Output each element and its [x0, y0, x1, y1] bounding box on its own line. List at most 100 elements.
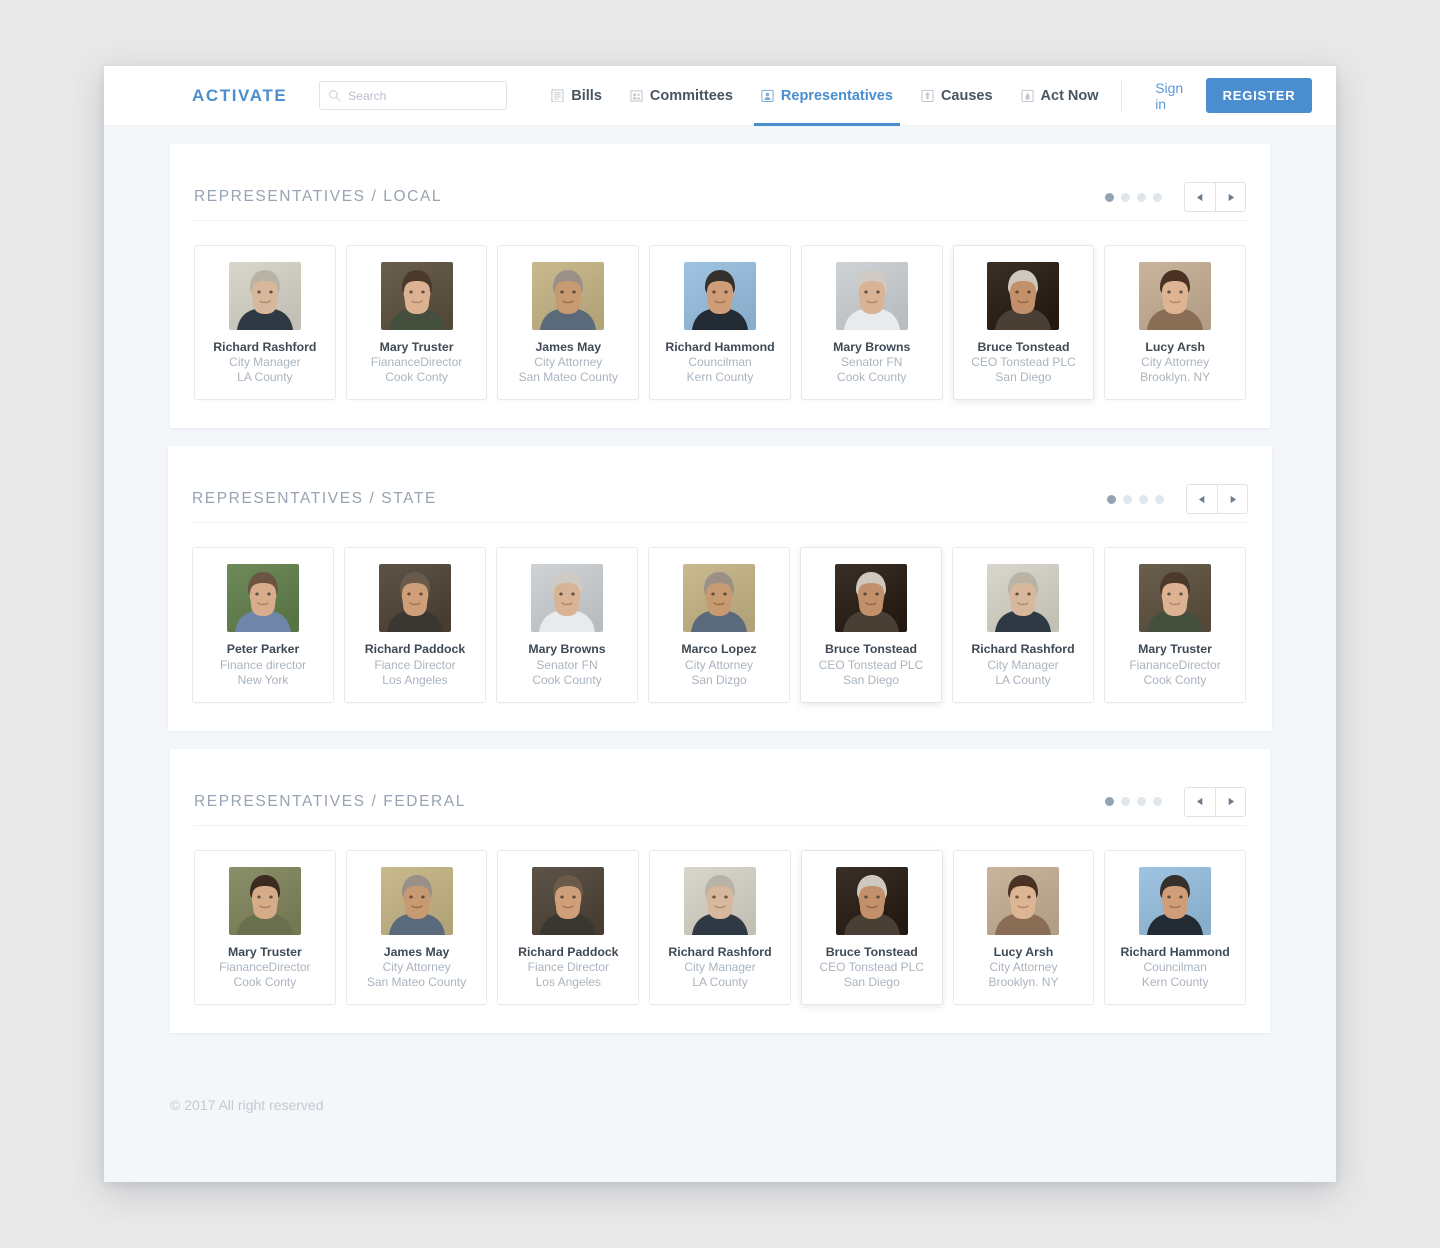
representative-card[interactable]: Richard Rashford City Manager LA County: [952, 547, 1094, 703]
carousel-prev-button[interactable]: [1185, 787, 1215, 816]
representative-card[interactable]: Richard Rashford City Manager LA County: [194, 245, 336, 401]
representative-name: Richard Paddock: [364, 642, 466, 657]
nav-right: Sign in REGISTER: [1113, 78, 1313, 113]
nav-item-label: Representatives: [780, 87, 893, 104]
representative-role: Finance director: [219, 657, 307, 672]
representative-card[interactable]: James May City Attorney San Mateo County: [345, 849, 488, 1006]
search-input[interactable]: [348, 88, 499, 103]
carousel-dots[interactable]: [1105, 192, 1162, 202]
representative-location: LA County: [692, 975, 748, 990]
representative-card[interactable]: Bruce Tonstead CEO Tonstead PLC San Diego: [800, 849, 943, 1006]
carousel-next-button[interactable]: [1215, 183, 1245, 211]
carousel-dot[interactable]: [1155, 494, 1164, 504]
representative-grid: Peter Parker Finance director New York Ric…: [192, 547, 1248, 703]
representative-location: Kern County: [1141, 975, 1209, 990]
representative-role: City Attorney: [684, 657, 754, 672]
carousel-dot[interactable]: [1153, 797, 1162, 807]
representative-role: Fiance Director: [374, 657, 456, 672]
representative-card[interactable]: Richard Hammond Councilman Kern County: [1104, 849, 1247, 1006]
carousel-dots[interactable]: [1107, 494, 1164, 504]
representative-card[interactable]: Mary Browns Senator FN Cook County: [800, 245, 943, 401]
representative-card[interactable]: Mary Truster FiananceDirector Cook Conty: [1104, 547, 1246, 703]
representative-card[interactable]: Peter Parker Finance director New York: [192, 547, 334, 703]
carousel-dots[interactable]: [1105, 797, 1162, 807]
representative-card[interactable]: Mary Truster FiananceDirector Cook Conty: [194, 849, 336, 1006]
representative-location: Kern County: [686, 370, 754, 385]
avatar: [380, 262, 453, 330]
carousel-next-button[interactable]: [1217, 485, 1247, 514]
representative-location: New York: [237, 672, 289, 687]
avatar: [683, 564, 755, 633]
carousel-dot[interactable]: [1153, 192, 1162, 202]
representative-card[interactable]: Richard Hammond Councilman Kern County: [649, 245, 791, 401]
representative-card[interactable]: Lucy Arsh City Attorney Brooklyn. NY: [1104, 245, 1247, 401]
sign-in-link[interactable]: Sign in: [1139, 80, 1199, 112]
group-icon: [630, 89, 643, 103]
representative-role: Councilman: [1143, 960, 1207, 975]
representative-name: James May: [535, 340, 602, 354]
nav-item-representatives[interactable]: Representatives: [747, 66, 907, 126]
chevron-right-icon: [1230, 495, 1237, 503]
representative-name: Bruce Tonstead: [824, 642, 918, 657]
nav-item-causes[interactable]: Causes: [907, 66, 1007, 126]
representative-card[interactable]: Richard Rashford City Manager LA County: [649, 849, 791, 1006]
representative-card[interactable]: James May City Attorney San Mateo County: [497, 245, 640, 401]
nav-item-act-now[interactable]: Act Now: [1007, 66, 1113, 126]
carousel-arrows: [1184, 786, 1246, 817]
representative-role: City Manager: [684, 960, 756, 975]
representative-role: City Manager: [987, 657, 1059, 672]
carousel-dot[interactable]: [1107, 494, 1116, 504]
nav-item-bills[interactable]: Bills: [537, 66, 616, 126]
register-button[interactable]: REGISTER: [1205, 78, 1313, 113]
representative-card[interactable]: Marco Lopez City Attorney San Dizgo: [648, 547, 790, 703]
representative-grid: Mary Truster FiananceDirector Cook Conty J…: [194, 849, 1247, 1006]
representative-card[interactable]: Bruce Tonstead CEO Tonstead PLC San Diego: [800, 547, 942, 703]
representative-name: Mary Truster: [227, 944, 302, 959]
representative-name: Peter Parker: [226, 642, 300, 657]
carousel-dot[interactable]: [1139, 494, 1148, 504]
representative-name: Richard Rashford: [971, 642, 1075, 657]
representative-card[interactable]: Lucy Arsh City Attorney Brooklyn. NY: [952, 849, 1095, 1006]
representative-location: Brooklyn. NY: [1140, 370, 1211, 385]
representative-role: City Attorney: [1141, 355, 1210, 370]
carousel-dot[interactable]: [1105, 192, 1114, 202]
carousel-prev-button[interactable]: [1185, 183, 1215, 211]
representative-role: FiananceDirector: [219, 960, 311, 975]
representative-name: Bruce Tonstead: [977, 340, 1070, 354]
top-navbar: ACTIVATE Bills Committees: [104, 66, 1336, 126]
person-badge-icon: [761, 89, 774, 103]
section-header: REPRESENTATIVES / FEDERAL: [194, 749, 1246, 825]
representative-location: Cook Conty: [385, 370, 448, 385]
nav-item-label: Bills: [571, 87, 602, 104]
avatar: [835, 262, 908, 330]
representative-role: Senator FN: [536, 657, 598, 672]
representative-role: City Attorney: [382, 960, 451, 975]
representative-card[interactable]: Mary Truster FiananceDirector Cook Conty: [345, 245, 488, 401]
search-box[interactable]: [319, 81, 508, 110]
carousel-arrows: [1184, 182, 1246, 212]
carousel-dot[interactable]: [1121, 797, 1130, 807]
carousel-dot[interactable]: [1137, 797, 1146, 807]
representative-name: Richard Rashford: [213, 340, 317, 354]
representative-name: Mary Truster: [379, 340, 454, 354]
carousel-dot[interactable]: [1105, 797, 1114, 807]
carousel-prev-button[interactable]: [1187, 485, 1217, 514]
avatar: [684, 262, 757, 330]
carousel-dot[interactable]: [1137, 192, 1146, 202]
representative-location: LA County: [237, 370, 293, 385]
page-body: REPRESENTATIVES / LOCAL Richard Rashford…: [104, 144, 1336, 1182]
nav-item-committees[interactable]: Committees: [616, 66, 747, 126]
representative-card[interactable]: Richard Paddock Fiance Director Los Angele…: [497, 849, 640, 1006]
hand-icon: [1020, 89, 1034, 103]
carousel-dot[interactable]: [1123, 494, 1132, 504]
representative-name: Richard Hammond: [1120, 944, 1230, 959]
representative-location: San Mateo County: [366, 975, 467, 990]
carousel-dot[interactable]: [1121, 192, 1130, 202]
representative-card[interactable]: Bruce Tonstead CEO Tonstead PLC San Diego: [952, 245, 1095, 401]
chevron-left-icon: [1196, 193, 1202, 201]
representative-card[interactable]: Richard Paddock Fiance Director Los Angele…: [344, 547, 486, 703]
representative-card[interactable]: Mary Browns Senator FN Cook County: [496, 547, 638, 703]
carousel-next-button[interactable]: [1215, 787, 1245, 816]
page-title: REPRESENTATIVES / STATE: [192, 490, 437, 508]
brand-logo[interactable]: ACTIVATE: [192, 86, 287, 106]
